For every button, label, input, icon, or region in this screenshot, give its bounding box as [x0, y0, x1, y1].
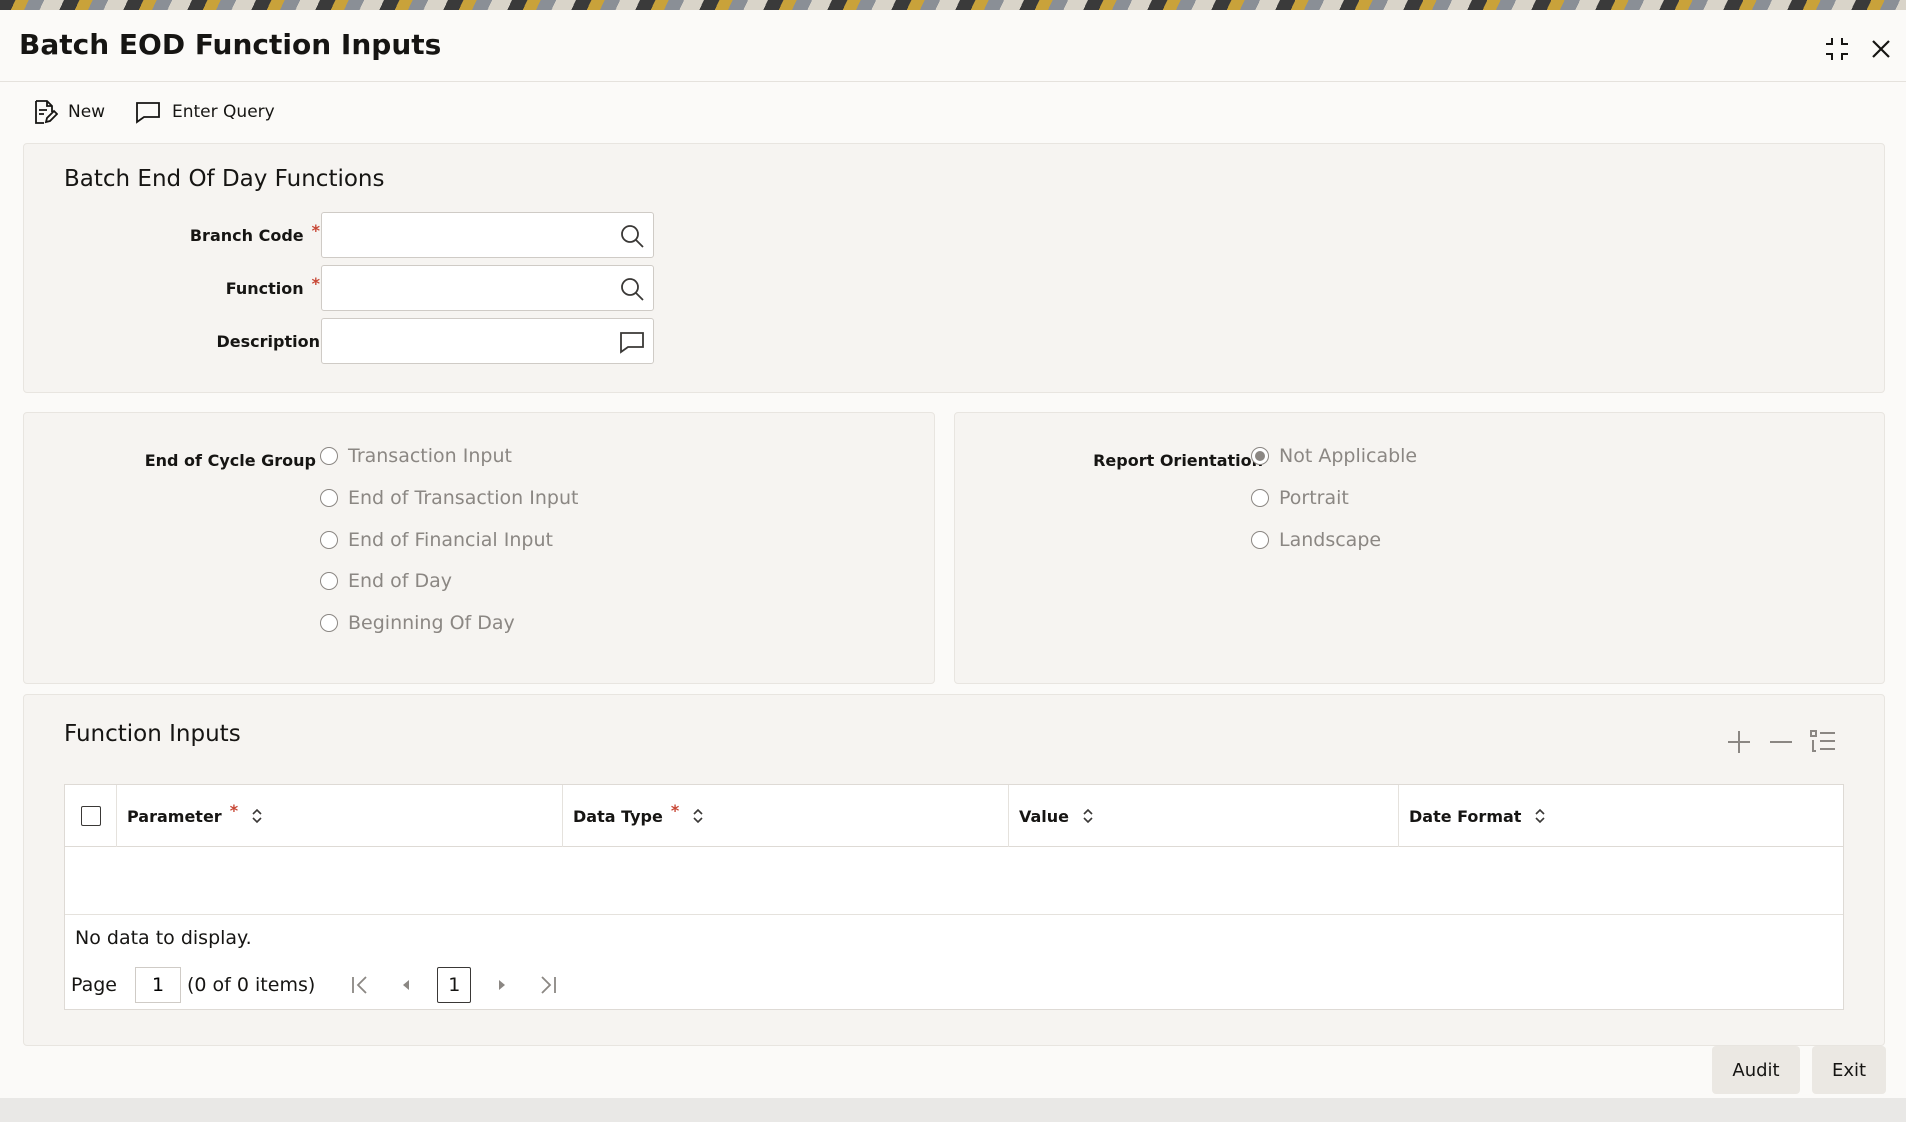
radio-end-of-financial-input[interactable]: End of Financial Input — [320, 529, 553, 551]
radio-button[interactable] — [320, 489, 338, 507]
current-page-button[interactable]: 1 — [437, 967, 472, 1003]
radio-end-of-transaction-input[interactable]: End of Transaction Input — [320, 487, 578, 509]
select-all-checkbox[interactable] — [80, 806, 101, 826]
radio-button[interactable] — [320, 572, 338, 590]
function-field[interactable] — [321, 265, 654, 311]
audit-button[interactable]: Audit — [1712, 1046, 1800, 1094]
radio-landscape[interactable]: Landscape — [1251, 529, 1381, 551]
enter-query-label: Enter Query — [172, 102, 275, 122]
radio-button[interactable] — [320, 614, 338, 632]
query-bubble-icon — [136, 102, 160, 124]
function-inputs-table: Parameter * Data Type * Value Date Format … — [64, 784, 1844, 1010]
report-orientation-panel: Report Orientation Not Applicable Portra… — [954, 412, 1885, 684]
branch-code-input[interactable] — [322, 213, 602, 257]
search-icon[interactable] — [619, 223, 645, 249]
table-header: Parameter * Data Type * Value Date Format — [65, 785, 1843, 847]
previous-page-icon[interactable] — [393, 972, 419, 998]
radio-button-selected[interactable] — [1251, 447, 1269, 465]
empty-table-row — [65, 847, 1843, 915]
description-input[interactable] — [322, 319, 602, 363]
column-header-data-type[interactable]: Data Type * — [563, 785, 1009, 847]
radio-beginning-of-day[interactable]: Beginning Of Day — [320, 612, 515, 634]
new-document-icon — [35, 100, 58, 124]
batch-eod-panel: Batch End Of Day Functions Branch Code * … — [23, 143, 1885, 393]
sort-icon[interactable] — [691, 807, 705, 825]
sort-icon[interactable] — [1533, 807, 1547, 825]
page-number-input[interactable] — [135, 967, 181, 1003]
radio-not-applicable[interactable]: Not Applicable — [1251, 445, 1417, 467]
bottom-status-strip — [0, 1098, 1906, 1122]
function-input[interactable] — [322, 266, 602, 310]
radio-end-of-day[interactable]: End of Day — [320, 570, 452, 592]
select-all-cell — [65, 785, 117, 847]
decorative-top-strip — [0, 0, 1906, 10]
end-of-cycle-panel: End of Cycle Group Transaction Input End… — [23, 412, 935, 684]
section-title: Batch End Of Day Functions — [64, 166, 385, 192]
add-row-icon[interactable] — [1724, 727, 1754, 757]
radio-portrait[interactable]: Portrait — [1251, 487, 1349, 509]
description-field[interactable] — [321, 318, 654, 364]
column-header-parameter[interactable]: Parameter * — [117, 785, 563, 847]
enter-query-button[interactable]: Enter Query — [134, 92, 275, 132]
last-page-icon[interactable] — [535, 972, 561, 998]
sort-icon[interactable] — [250, 807, 264, 825]
no-data-message: No data to display. — [75, 927, 252, 949]
radio-button[interactable] — [320, 531, 338, 549]
comment-bubble-icon[interactable] — [619, 329, 645, 355]
page-label: Page — [71, 974, 117, 996]
radio-button[interactable] — [1251, 531, 1269, 549]
exit-button[interactable]: Exit — [1812, 1046, 1886, 1094]
branch-code-field[interactable] — [321, 212, 654, 258]
new-button-label: New — [68, 102, 106, 122]
radio-button[interactable] — [1251, 489, 1269, 507]
pagination: Page (0 of 0 items) 1 — [71, 965, 571, 1005]
toolbar: New Enter Query — [0, 92, 600, 132]
radio-button[interactable] — [320, 447, 338, 465]
close-icon[interactable] — [1864, 32, 1898, 66]
column-header-value[interactable]: Value — [1009, 785, 1399, 847]
new-button[interactable]: New — [30, 92, 105, 132]
function-inputs-title: Function Inputs — [64, 721, 241, 747]
function-label: Function * — [225, 274, 320, 298]
next-page-icon[interactable] — [489, 972, 515, 998]
minimize-icon[interactable] — [1820, 32, 1854, 66]
radio-transaction-input[interactable]: Transaction Input — [320, 445, 512, 467]
branch-code-label: Branch Code * — [189, 221, 320, 245]
items-count: (0 of 0 items) — [187, 974, 316, 996]
column-header-date-format[interactable]: Date Format — [1399, 785, 1845, 847]
search-icon[interactable] — [619, 276, 645, 302]
page-title: Batch EOD Function Inputs — [19, 28, 442, 61]
delete-row-icon[interactable] — [1766, 727, 1796, 757]
report-orientation-label: Report Orientation — [1093, 451, 1263, 470]
sort-icon[interactable] — [1081, 807, 1095, 825]
column-settings-icon[interactable] — [1808, 727, 1838, 757]
end-of-cycle-label: End of Cycle Group — [144, 451, 316, 470]
first-page-icon[interactable] — [347, 972, 373, 998]
title-bar: Batch EOD Function Inputs — [0, 10, 1906, 82]
description-label: Description — [216, 332, 320, 351]
